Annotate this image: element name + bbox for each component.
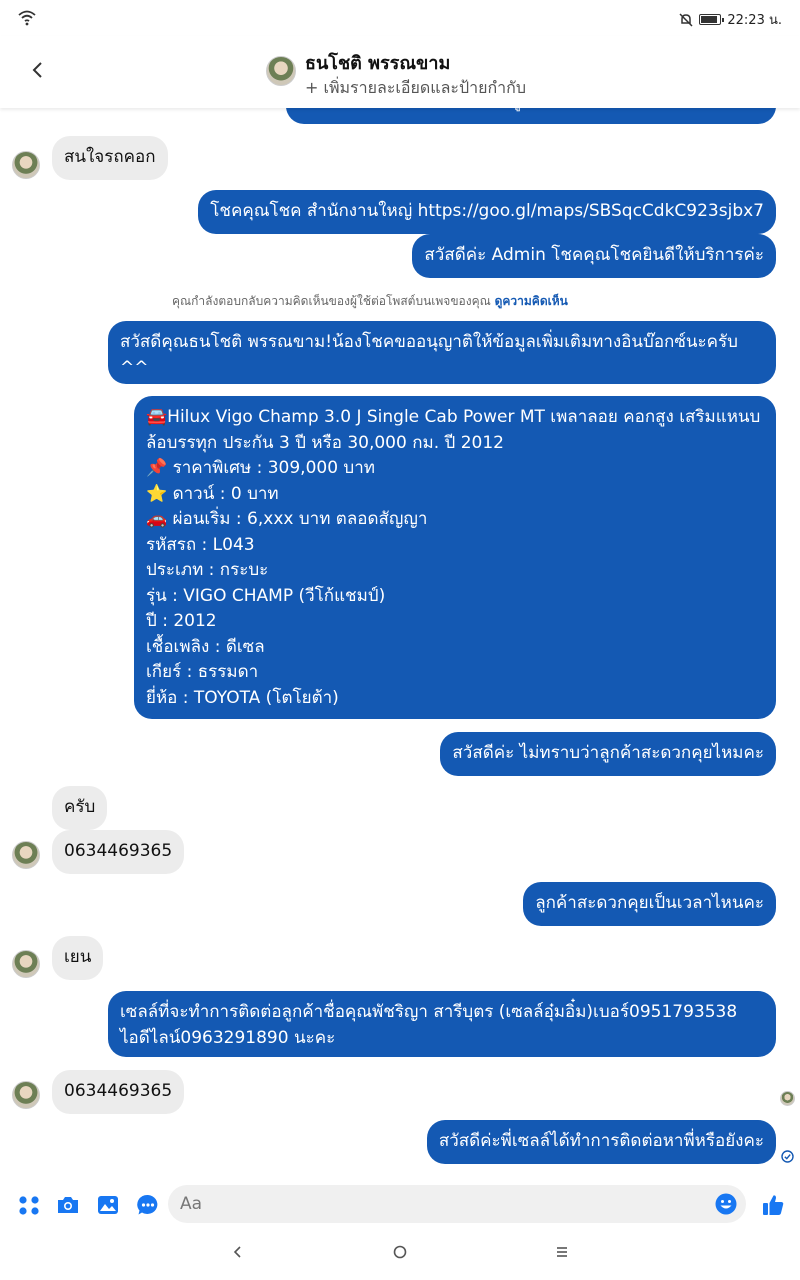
incoming-message[interactable]: เยน xyxy=(52,936,104,980)
add-details-link[interactable]: + เพิ่มรายละเอียดและป้ายกำกับ xyxy=(305,76,526,101)
back-arrow-icon[interactable] xyxy=(24,56,52,84)
incoming-message[interactable]: สนใจรถคอก xyxy=(52,136,168,180)
battery-icon xyxy=(699,14,725,25)
wifi-icon xyxy=(18,10,36,26)
like-thumb-icon[interactable] xyxy=(760,1192,786,1218)
outgoing-message[interactable]: สวัสดีค่ะ Admin โชคคุณโชคยินดีให้บริการค… xyxy=(412,234,776,278)
nav-home-icon[interactable] xyxy=(392,1244,408,1260)
outgoing-message[interactable]: สวัสดีค่ะพี่เซลล์ได้ทำการติดต่อหาพี่หรือ… xyxy=(426,1120,776,1164)
gallery-icon[interactable] xyxy=(95,1192,121,1218)
menu-dots-icon[interactable] xyxy=(16,1192,42,1218)
chat-bubble-icon[interactable] xyxy=(135,1192,161,1218)
outgoing-message[interactable]: สวัสดีคุณธนโชติ พรรณขาม!น้องโชคขออนุญาติ… xyxy=(108,321,776,384)
contact-avatar[interactable] xyxy=(266,56,296,86)
sent-check-icon xyxy=(781,1150,794,1163)
incoming-message[interactable]: 0634469365 xyxy=(52,830,185,874)
contact-avatar-small xyxy=(12,1081,40,1109)
reply-context-notice: คุณกำลังตอบกลับความคิดเห็นของผู้ใช้ต่อโพ… xyxy=(172,294,568,308)
outgoing-message[interactable]: ลูกค้าสะดวกคุยเป็นเวลาไหนคะ xyxy=(523,882,776,926)
contact-avatar-small xyxy=(12,950,40,978)
system-navigation-bar xyxy=(0,1230,800,1280)
message-list[interactable]: สายด่วน 088-887-7982 โชคชู สนใจรถคอก โชค… xyxy=(0,108,800,1180)
view-comment-link[interactable]: ดูความคิดเห็น xyxy=(495,294,568,308)
message-input[interactable]: Aa xyxy=(168,1185,746,1223)
incoming-message[interactable]: ครับ xyxy=(52,786,108,830)
message-composer: Aa xyxy=(0,1180,800,1230)
contact-name[interactable]: ธนโชติ พรรณขาม xyxy=(305,48,450,77)
nav-back-icon[interactable] xyxy=(230,1244,246,1260)
emoji-icon[interactable] xyxy=(714,1192,738,1216)
outgoing-car-details-message[interactable]: 🚘Hilux Vigo Champ 3.0 J Single Cab Power… xyxy=(134,396,776,719)
do-not-disturb-icon xyxy=(679,12,693,27)
outgoing-message[interactable]: เซลล์ที่จะทำการติดต่อลูกค้าชื่อคุณพัชริญ… xyxy=(108,991,776,1057)
status-time: 22:23 น. xyxy=(727,13,782,28)
outgoing-message[interactable]: สายด่วน 088-887-7982 โชคชู xyxy=(286,108,776,124)
nav-menu-icon[interactable] xyxy=(554,1244,570,1260)
incoming-message[interactable]: 0634469365 xyxy=(52,1070,185,1114)
camera-icon[interactable] xyxy=(55,1192,81,1218)
outgoing-message[interactable]: โชคคุณโชค สำนักงานใหญ่ https://goo.gl/ma… xyxy=(198,190,776,234)
seen-receipt-avatar xyxy=(780,1091,795,1106)
message-input-placeholder: Aa xyxy=(180,1194,203,1214)
status-bar: 22:23 น. xyxy=(0,0,800,36)
contact-avatar-small xyxy=(12,151,40,179)
contact-avatar-small xyxy=(12,841,40,869)
chat-header: ธนโชติ พรรณขาม + เพิ่มรายละเอียดและป้ายก… xyxy=(0,36,800,108)
outgoing-message[interactable]: สวัสดีค่ะ ไม่ทราบว่าลูกค้าสะดวกคุยไหมคะ xyxy=(440,732,776,776)
